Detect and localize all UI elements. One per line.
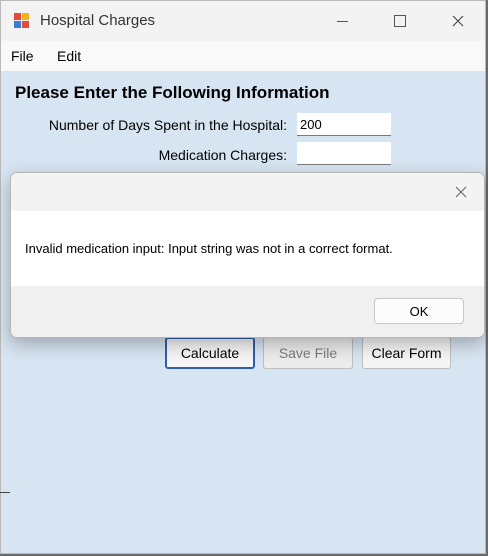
- menu-file[interactable]: File: [11, 48, 34, 64]
- medication-label: Medication Charges:: [158, 147, 287, 163]
- calculate-button[interactable]: Calculate: [165, 337, 255, 369]
- dialog-message: Invalid medication input: Input string w…: [25, 241, 393, 256]
- title-bar[interactable]: Hospital Charges: [1, 1, 485, 41]
- menu-bar: File Edit: [1, 41, 485, 71]
- days-input[interactable]: [297, 113, 391, 136]
- background-edge: [0, 492, 10, 493]
- form-heading: Please Enter the Following Information: [15, 83, 330, 102]
- window-title: Hospital Charges: [40, 12, 156, 29]
- ok-button[interactable]: OK: [374, 298, 464, 324]
- dialog-close-button[interactable]: [450, 181, 472, 203]
- error-dialog: Invalid medication input: Input string w…: [10, 172, 485, 338]
- dialog-footer: OK: [11, 286, 484, 337]
- days-label: Number of Days Spent in the Hospital:: [48, 117, 287, 133]
- app-icon: [14, 13, 30, 29]
- maximize-button[interactable]: [371, 1, 429, 41]
- menu-edit[interactable]: Edit: [57, 48, 81, 64]
- save-file-button[interactable]: Save File: [263, 337, 353, 369]
- minimize-button[interactable]: [313, 1, 371, 41]
- close-icon: [452, 15, 464, 27]
- minimize-icon: [336, 20, 348, 22]
- dialog-title-bar[interactable]: [11, 173, 484, 211]
- close-button[interactable]: [429, 1, 487, 41]
- medication-input[interactable]: [297, 142, 391, 165]
- close-icon: [455, 186, 467, 198]
- maximize-icon: [394, 15, 406, 27]
- clear-form-button[interactable]: Clear Form: [362, 337, 451, 369]
